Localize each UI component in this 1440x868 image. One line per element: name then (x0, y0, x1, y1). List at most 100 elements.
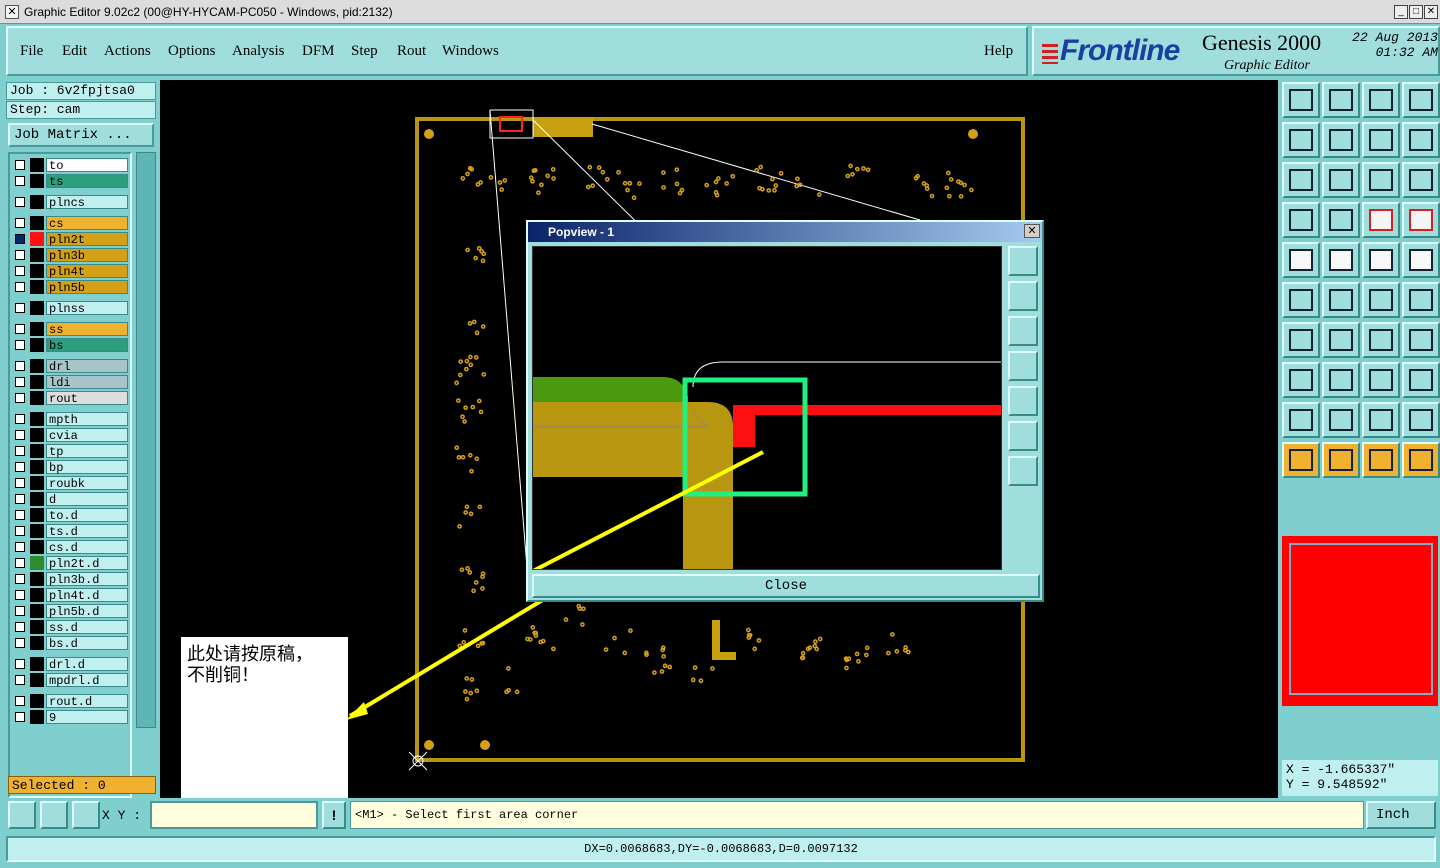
popview-pan-left-button[interactable] (1008, 351, 1038, 381)
layer-row[interactable]: plnss (12, 301, 130, 316)
layer-name[interactable]: d (46, 492, 128, 507)
redo-view-button[interactable] (1402, 122, 1440, 158)
layer-row[interactable]: d (12, 492, 130, 507)
layer-checkbox[interactable] (15, 282, 25, 292)
layer-affect-marker[interactable] (30, 508, 44, 522)
zoom-fit-button[interactable] (1282, 162, 1320, 198)
popview-close-button[interactable]: Close (532, 574, 1040, 598)
layer-affect-marker[interactable] (30, 572, 44, 586)
layer-checkbox[interactable] (15, 377, 25, 387)
layer-checkbox[interactable] (15, 622, 25, 632)
xy-input[interactable] (150, 801, 318, 829)
grid-button[interactable] (1322, 202, 1360, 238)
layer-name[interactable]: ts (46, 174, 128, 189)
layer-checkbox[interactable] (15, 542, 25, 552)
layer-checkbox[interactable] (15, 526, 25, 536)
layer-name[interactable]: pln4t (46, 264, 128, 279)
layer-affect-marker[interactable] (30, 301, 44, 315)
layer-row[interactable]: pln3b (12, 248, 130, 263)
units-select[interactable]: Inch (1366, 801, 1436, 829)
rotate-tool-button[interactable] (1362, 442, 1400, 478)
minimize-button[interactable]: _ (1394, 5, 1408, 19)
layer-row[interactable]: pln5b (12, 280, 130, 295)
layer-row[interactable]: bs.d (12, 636, 130, 651)
layer-row[interactable]: ss.d (12, 620, 130, 635)
layer-row[interactable]: bp (12, 460, 130, 475)
layer-affect-marker[interactable] (30, 476, 44, 490)
layer-affect-marker[interactable] (30, 460, 44, 474)
layer-affect-marker[interactable] (30, 359, 44, 373)
layer-name[interactable]: pln5b.d (46, 604, 128, 619)
maximize-button[interactable]: □ (1409, 5, 1423, 19)
layer-name[interactable]: bs (46, 338, 128, 353)
layer-affect-marker[interactable] (30, 174, 44, 188)
layer-list-scrollbar[interactable] (136, 152, 156, 728)
layer-row[interactable]: pln5b.d (12, 604, 130, 619)
layer-affect-marker[interactable] (30, 540, 44, 554)
layer-name[interactable]: pln4t.d (46, 588, 128, 603)
layer-checkbox[interactable] (15, 558, 25, 568)
layer-name[interactable]: rout (46, 391, 128, 406)
layer-checkbox[interactable] (15, 510, 25, 520)
layer-row[interactable]: to (12, 158, 130, 173)
layer-affect-marker[interactable] (30, 710, 44, 724)
layer-checkbox[interactable] (15, 574, 25, 584)
layer-name[interactable]: bs.d (46, 636, 128, 651)
layer-affect-marker[interactable] (30, 264, 44, 278)
job-matrix-button[interactable]: Job Matrix ... (8, 123, 154, 147)
layer-checkbox[interactable] (15, 414, 25, 424)
layer-name[interactable]: plnss (46, 301, 128, 316)
select-arrow-button[interactable] (1322, 442, 1360, 478)
menu-step[interactable]: Step (351, 43, 378, 60)
layer-checkbox[interactable] (15, 462, 25, 472)
layer-row[interactable]: pln2t.d (12, 556, 130, 571)
layer-name[interactable]: pln3b (46, 248, 128, 263)
bottom-view-button[interactable] (1322, 82, 1360, 118)
layer-checkbox[interactable] (15, 340, 25, 350)
layer-name[interactable]: 9 (46, 710, 128, 725)
scale-1-2-button[interactable] (1362, 162, 1400, 198)
add-pad-button[interactable] (1282, 362, 1320, 398)
layer-checkbox[interactable] (15, 218, 25, 228)
layer-name[interactable]: drl (46, 359, 128, 374)
layer-name[interactable]: ss.d (46, 620, 128, 635)
layer-checkbox[interactable] (15, 160, 25, 170)
layer-name[interactable]: ts.d (46, 524, 128, 539)
layer-name[interactable]: bp (46, 460, 128, 475)
layer-row[interactable]: pln4t (12, 264, 130, 279)
layer-checkbox[interactable] (15, 361, 25, 371)
layer-name[interactable]: pln2t.d (46, 556, 128, 571)
layer-row[interactable]: cs (12, 216, 130, 231)
layer-row[interactable]: pln3b.d (12, 572, 130, 587)
layer-row[interactable]: drl (12, 359, 130, 374)
layer-row[interactable]: plncs (12, 195, 130, 210)
close-button[interactable]: ✕ (1424, 5, 1438, 19)
popview-canvas[interactable] (532, 246, 1002, 570)
layer-checkbox[interactable] (15, 638, 25, 648)
home-button[interactable] (1362, 82, 1400, 118)
layer-checkbox[interactable] (15, 494, 25, 504)
layer-row[interactable]: ts.d (12, 524, 130, 539)
layer-name[interactable]: pln5b (46, 280, 128, 295)
layer-affect-marker[interactable] (30, 604, 44, 618)
zoom-center-button[interactable] (1322, 162, 1360, 198)
layer-affect-marker[interactable] (30, 375, 44, 389)
menu-actions[interactable]: Actions (104, 43, 151, 60)
popview-close-icon[interactable]: ✕ (1024, 224, 1040, 238)
layer-row[interactable]: ts (12, 174, 130, 189)
layer-name[interactable]: mpth (46, 412, 128, 427)
menu-rout[interactable]: Rout (397, 43, 426, 60)
layer-row[interactable]: cvia (12, 428, 130, 443)
layer-affect-marker[interactable] (30, 444, 44, 458)
dimension-button[interactable] (1362, 362, 1400, 398)
move-feature-button[interactable] (1362, 282, 1400, 318)
layer-affect-marker[interactable] (30, 158, 44, 172)
popview-pan-up-button[interactable] (1008, 281, 1038, 311)
layer-name[interactable]: to (46, 158, 128, 173)
snap-button[interactable] (8, 801, 36, 829)
affect-1-button[interactable] (1362, 202, 1400, 238)
layer-checkbox[interactable] (15, 430, 25, 440)
add-line-button[interactable] (1282, 322, 1320, 358)
layer-affect-marker[interactable] (30, 636, 44, 650)
layer-row[interactable]: pln2t (12, 232, 130, 247)
